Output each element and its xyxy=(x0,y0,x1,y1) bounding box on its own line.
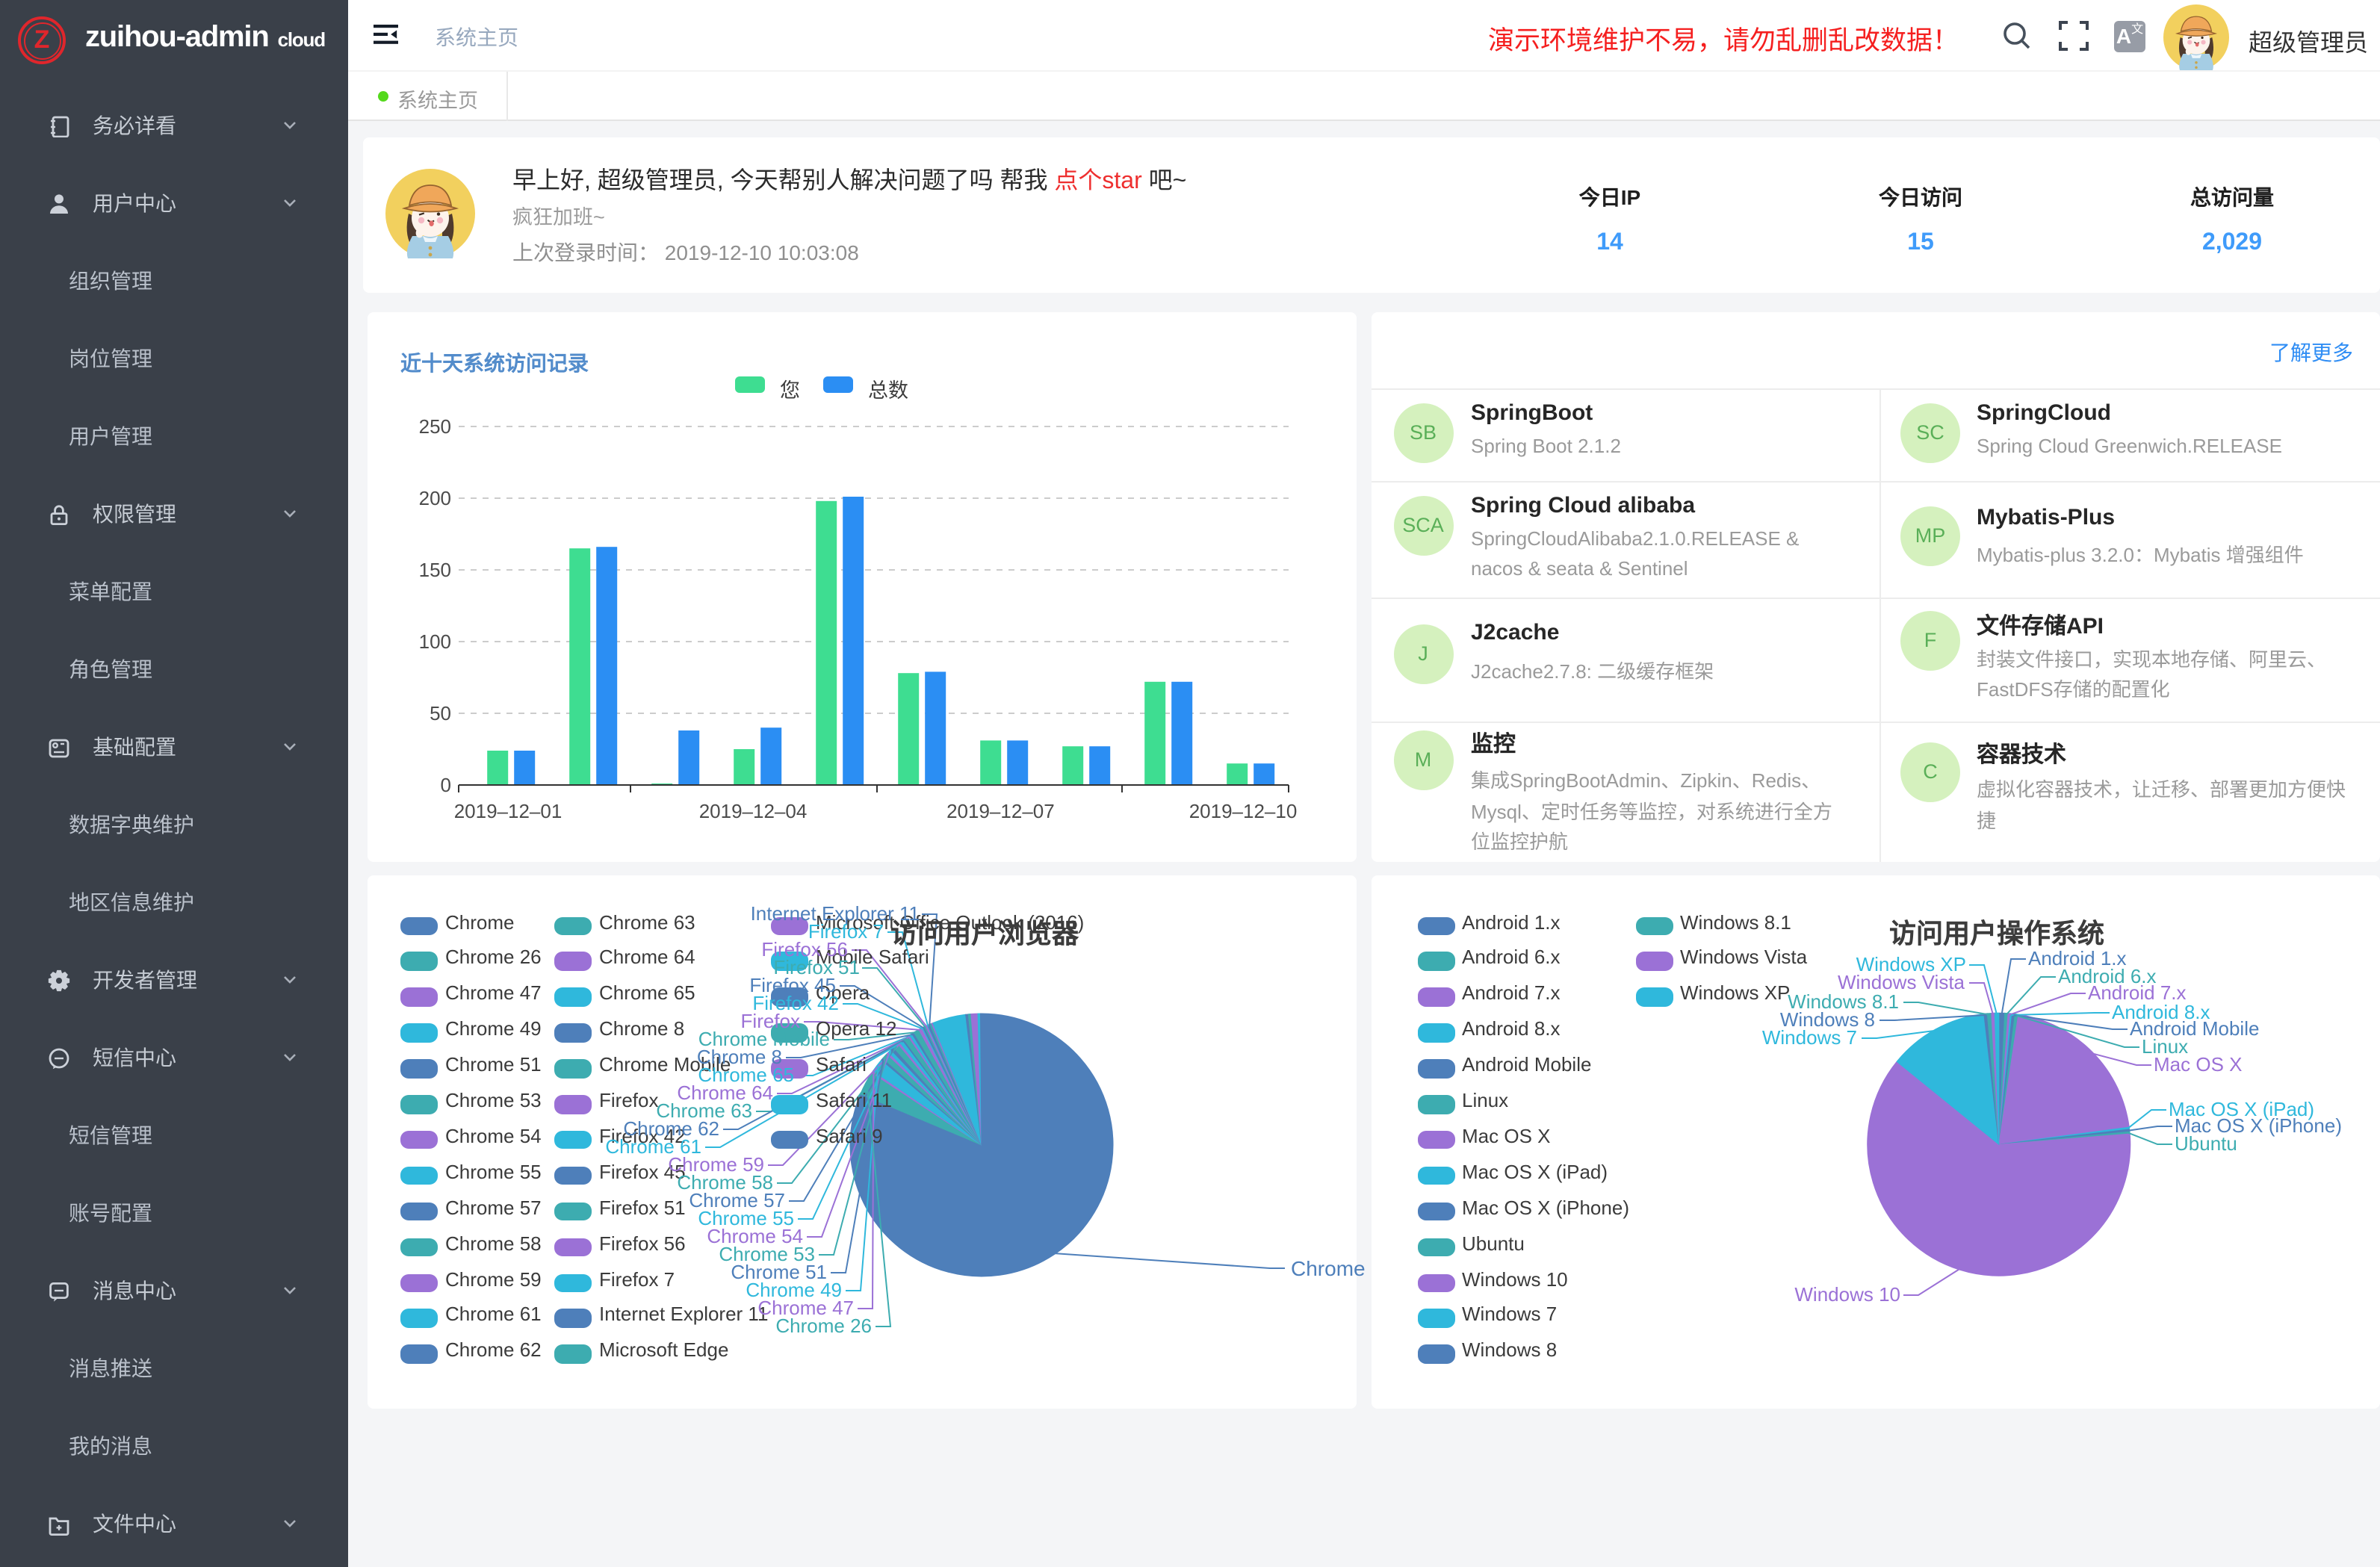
svg-text:2019–12–01: 2019–12–01 xyxy=(454,799,563,822)
svg-text:200: 200 xyxy=(419,486,451,509)
svg-text:250: 250 xyxy=(419,415,451,437)
svg-text:50: 50 xyxy=(430,701,451,724)
svg-text:100: 100 xyxy=(419,630,451,652)
svg-text:2019–12–10: 2019–12–10 xyxy=(1189,799,1298,822)
svg-text:0: 0 xyxy=(441,773,451,795)
svg-text:2019–12–07: 2019–12–07 xyxy=(946,799,1055,822)
svg-text:2019–12–04: 2019–12–04 xyxy=(699,799,808,822)
svg-text:150: 150 xyxy=(419,558,451,580)
